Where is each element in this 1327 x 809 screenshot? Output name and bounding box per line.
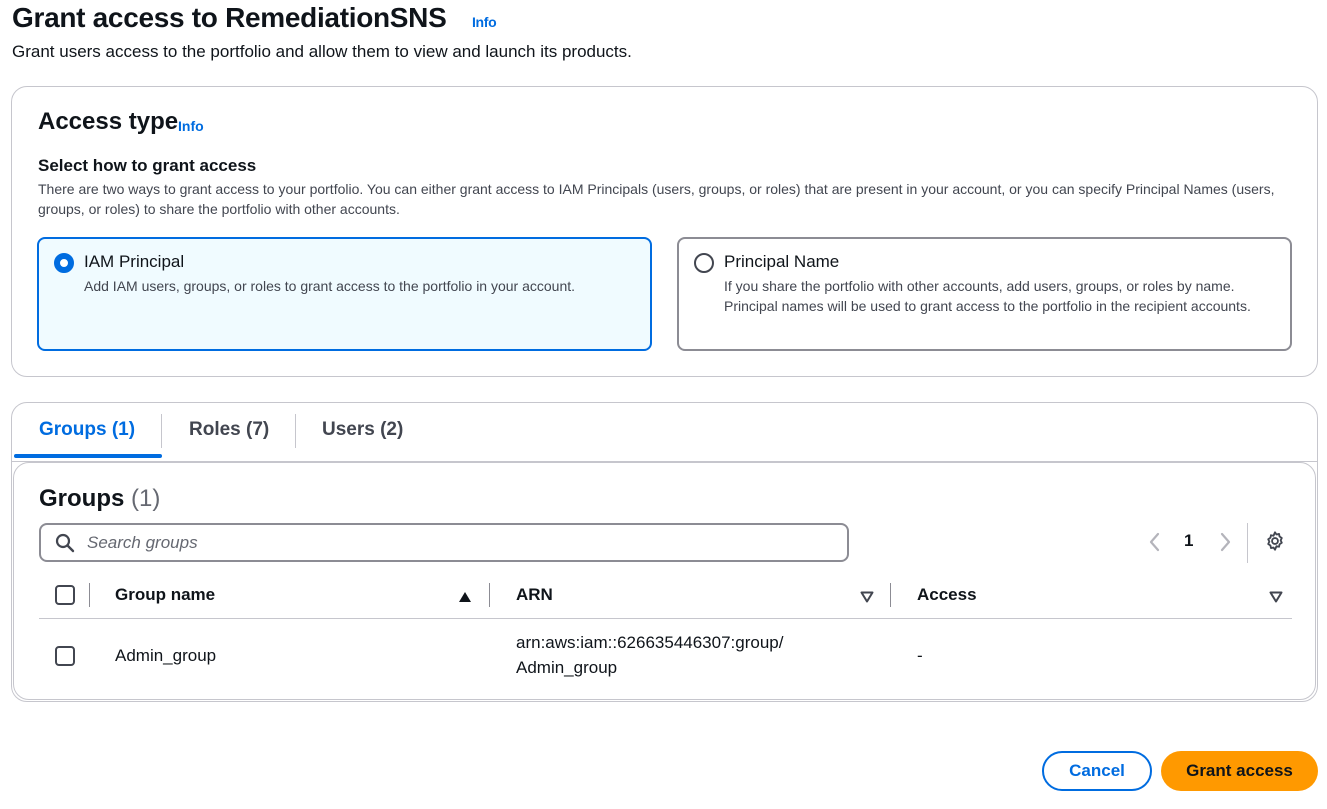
sort-icon[interactable]: [1269, 590, 1283, 608]
select-access-description: There are two ways to grant access to yo…: [38, 181, 1275, 217]
iam-principal-description: Add IAM users, groups, or roles to grant…: [84, 278, 576, 294]
pagination-next-icon[interactable]: [1217, 531, 1233, 558]
cell-access: -: [917, 646, 923, 665]
column-separator: [489, 583, 490, 607]
page-title: Grant access to RemediationSNS Info: [12, 2, 497, 34]
pagination-page-1[interactable]: 1: [1184, 531, 1193, 551]
column-separator: [89, 583, 90, 607]
grant-access-button[interactable]: Grant access: [1161, 751, 1318, 791]
cell-arn-line1: arn:aws:iam::626635446307:group/: [516, 633, 784, 652]
cell-group-name: Admin_group: [115, 646, 217, 665]
iam-principal-tile[interactable]: IAM Principal Add IAM users, groups, or …: [37, 237, 652, 351]
row-select-checkbox[interactable]: [55, 646, 75, 666]
select-access-label: Select how to grant access: [38, 156, 257, 175]
groups-table-title: Groups (1): [39, 485, 160, 513]
page-description: Grant users access to the portfolio and …: [12, 42, 632, 61]
search-groups-field[interactable]: [39, 523, 849, 562]
column-header-group-name[interactable]: Group name: [115, 585, 215, 605]
table-header-divider: [39, 618, 1292, 619]
column-header-arn[interactable]: ARN: [516, 585, 553, 605]
page-title-text: Grant access to RemediationSNS: [12, 2, 447, 33]
search-groups-input[interactable]: [85, 531, 825, 554]
sort-icon[interactable]: [860, 590, 874, 608]
principal-name-tile[interactable]: Principal Name If you share the portfoli…: [677, 237, 1292, 351]
gear-icon[interactable]: [1264, 530, 1286, 557]
groups-count: (1): [131, 485, 161, 512]
pagination-previous-icon[interactable]: [1147, 531, 1163, 558]
tab-roles[interactable]: Roles (7): [189, 419, 269, 441]
page-info-link[interactable]: Info: [472, 14, 497, 30]
column-separator: [890, 583, 891, 607]
groups-title-text: Groups: [39, 485, 125, 512]
column-header-access[interactable]: Access: [917, 585, 977, 605]
iam-principal-label: IAM Principal: [84, 252, 185, 271]
access-type-container: Access type Info Select how to grant acc…: [11, 86, 1318, 377]
tab-separator: [295, 414, 296, 448]
cell-arn-line2: Admin_group: [516, 658, 618, 677]
principal-name-radio[interactable]: [694, 253, 714, 273]
principals-tabs-container: Groups (1) Roles (7) Users (2) Groups (1…: [11, 402, 1318, 702]
access-type-info-link[interactable]: Info: [178, 118, 204, 134]
pagination-separator: [1247, 523, 1248, 563]
access-type-title: Access type: [38, 108, 179, 135]
cancel-button[interactable]: Cancel: [1042, 751, 1152, 791]
principal-name-label: Principal Name: [724, 252, 840, 271]
tab-separator: [161, 414, 162, 448]
tab-groups[interactable]: Groups (1): [39, 419, 135, 441]
select-all-checkbox[interactable]: [55, 585, 75, 605]
iam-principal-radio[interactable]: [54, 253, 74, 273]
search-icon: [55, 533, 75, 558]
principal-name-description: If you share the portfolio with other ac…: [724, 278, 1251, 314]
groups-table-container: Groups (1) 1 Group name ARN: [13, 462, 1316, 700]
tab-users[interactable]: Users (2): [322, 419, 403, 441]
active-tab-indicator: [14, 454, 162, 458]
sort-ascending-icon[interactable]: [458, 590, 472, 608]
